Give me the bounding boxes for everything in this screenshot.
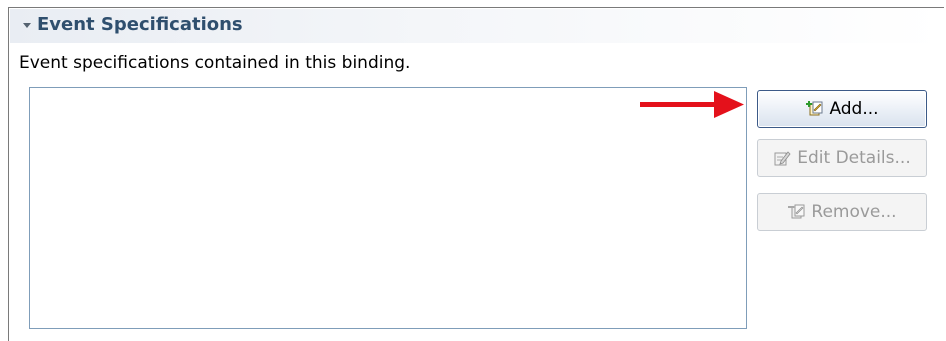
add-event-icon xyxy=(805,100,823,118)
edit-details-icon xyxy=(773,149,791,167)
add-button-label: Add... xyxy=(829,99,879,119)
red-arrow-annotation xyxy=(640,91,744,118)
add-button[interactable]: Add... xyxy=(757,90,927,128)
event-specifications-section: Event Specifications Event specification… xyxy=(8,7,944,341)
edit-details-button[interactable]: Edit Details... xyxy=(757,139,927,177)
section-title: Event Specifications xyxy=(37,14,243,35)
remove-button-label: Remove... xyxy=(811,202,897,222)
remove-button[interactable]: Remove... xyxy=(757,193,927,231)
edit-details-button-label: Edit Details... xyxy=(797,148,911,168)
remove-event-icon xyxy=(787,203,805,221)
event-specifications-list[interactable] xyxy=(29,87,747,329)
section-header[interactable]: Event Specifications xyxy=(10,9,944,43)
collapse-triangle-icon[interactable] xyxy=(23,23,31,28)
section-description: Event specifications contained in this b… xyxy=(19,53,411,73)
